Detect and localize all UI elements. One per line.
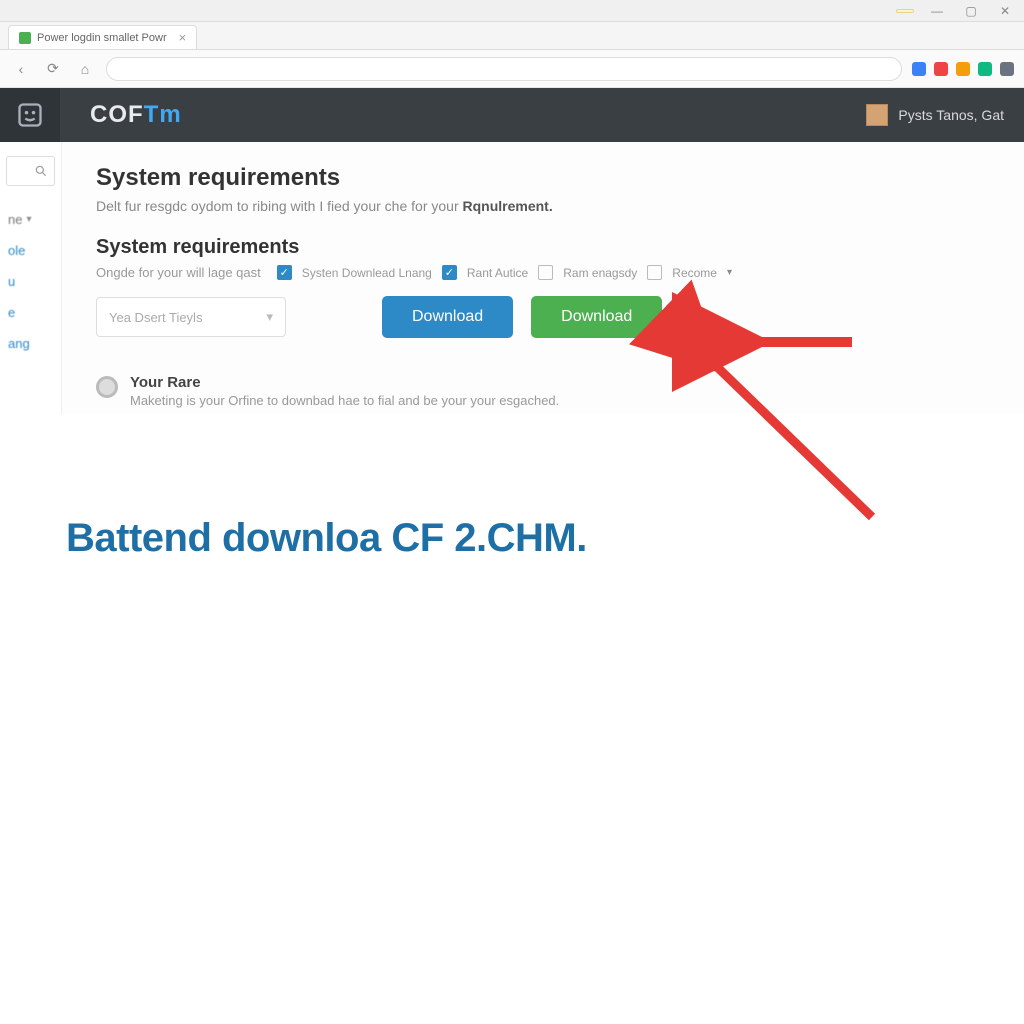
user-label: Pysts Tanos, Gat xyxy=(898,107,1004,123)
extension-icons xyxy=(912,62,1014,76)
back-button[interactable]: ‹ xyxy=(10,58,32,80)
sidebar-item[interactable]: ang xyxy=(0,328,61,359)
subtitle-emphasis: Rqnulrement. xyxy=(463,198,553,214)
extension-icon[interactable] xyxy=(912,62,926,76)
subtitle-text: Delt fur resgdc oydom to ribing with I f… xyxy=(96,198,463,214)
chevron-down-icon: ▾ xyxy=(727,267,732,278)
search-input[interactable] xyxy=(6,156,55,186)
minimize-button[interactable]: — xyxy=(926,4,948,18)
content-wrap: ne ▾ ole u e ang System requirements Delt… xyxy=(0,142,1024,414)
brand-part-a: COF xyxy=(90,101,144,128)
window-controls: — ▢ ✕ xyxy=(0,0,1024,22)
brand: COFTm xyxy=(90,101,182,129)
extension-icon[interactable] xyxy=(978,62,992,76)
note-row: Your Rare Maketing is your Orfine to dow… xyxy=(96,368,990,414)
checkbox-label: Systen Downlead Lnang xyxy=(302,266,432,280)
tab-bar: Power logdin smallet Powr × xyxy=(0,22,1024,50)
download-button-secondary[interactable]: Download xyxy=(531,296,662,338)
chrome-badge xyxy=(896,9,914,13)
checkbox[interactable] xyxy=(538,265,553,280)
checkbox[interactable]: ✓ xyxy=(277,265,292,280)
browser-tab[interactable]: Power logdin smallet Powr × xyxy=(8,25,197,49)
brand-part-b: Tm xyxy=(144,101,182,128)
sidebar: ne ▾ ole u e ang xyxy=(0,142,62,414)
dropdown-value: Yea Dsert Tieyls xyxy=(109,310,202,325)
sidebar-item[interactable]: u xyxy=(0,266,61,297)
checkbox-label: Ram enagsdy xyxy=(563,266,637,280)
extension-icon[interactable] xyxy=(956,62,970,76)
close-tab-icon[interactable]: × xyxy=(179,30,187,45)
sidebar-item[interactable]: e xyxy=(0,297,61,328)
checkbox-label: Rant Autice xyxy=(467,266,528,280)
logo-icon xyxy=(16,101,44,129)
section-title: System requirements xyxy=(96,236,990,259)
home-button[interactable]: ⌂ xyxy=(74,58,96,80)
checkbox[interactable] xyxy=(647,265,662,280)
version-dropdown[interactable]: Yea Dsert Tieyls ▾ xyxy=(96,297,286,337)
sidebar-item-label: ne xyxy=(8,212,22,227)
sidebar-item[interactable]: ne ▾ xyxy=(0,204,61,235)
download-button-primary[interactable]: Download xyxy=(382,296,513,338)
reload-button[interactable]: ⟳ xyxy=(42,58,64,80)
info-icon xyxy=(96,376,118,398)
extension-icon[interactable] xyxy=(934,62,948,76)
options-row: Ongde for your will lage qast ✓ Systen Do… xyxy=(96,265,990,280)
chevron-down-icon: ▾ xyxy=(266,309,273,325)
tab-title: Power logdin smallet Powr xyxy=(37,32,167,44)
page-title: System requirements xyxy=(96,164,990,192)
logo-box[interactable] xyxy=(0,88,60,142)
checkbox-label: Recome xyxy=(672,266,717,280)
note-body: Maketing is your Orfine to downbad hae t… xyxy=(130,393,559,408)
page-subtitle: Delt fur resgdc oydom to ribing with I f… xyxy=(96,198,990,214)
avatar xyxy=(866,104,888,126)
action-row: Yea Dsert Tieyls ▾ Download Download xyxy=(96,296,990,338)
user-area[interactable]: Pysts Tanos, Gat xyxy=(866,104,1004,126)
annotation-caption: Battend downloa CF 2.CHM. xyxy=(66,516,587,561)
favicon-icon xyxy=(19,32,31,44)
app-header: COFTm Pysts Tanos, Gat xyxy=(0,88,1024,142)
maximize-button[interactable]: ▢ xyxy=(960,4,982,18)
options-lead: Ongde for your will lage qast xyxy=(96,265,261,280)
main-panel: System requirements Delt fur resgdc oydo… xyxy=(62,142,1024,414)
note-title: Your Rare xyxy=(130,374,559,391)
extension-icon[interactable] xyxy=(1000,62,1014,76)
chevron-down-icon: ▾ xyxy=(26,214,31,225)
close-window-button[interactable]: ✕ xyxy=(994,4,1016,18)
url-bar: ‹ ⟳ ⌂ xyxy=(0,50,1024,88)
address-input[interactable] xyxy=(106,57,902,81)
checkbox[interactable]: ✓ xyxy=(442,265,457,280)
sidebar-item[interactable]: ole xyxy=(0,235,61,266)
search-icon xyxy=(34,164,48,178)
